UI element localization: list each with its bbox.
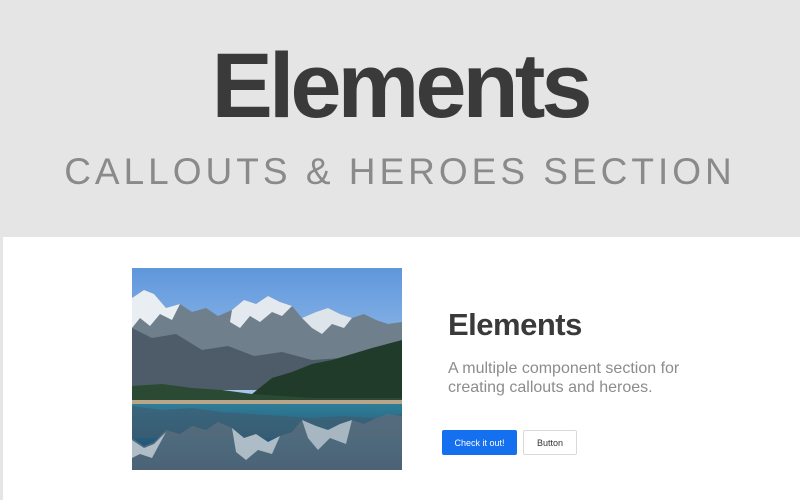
hero-image <box>132 268 402 470</box>
secondary-button[interactable]: Button <box>523 430 577 455</box>
callout-description: A multiple component section for creatin… <box>448 360 680 396</box>
callout-title: Elements <box>448 307 582 342</box>
banner-subtitle: CALLOUTS & HEROES SECTION <box>64 151 736 192</box>
banner-title: Elements <box>211 35 592 137</box>
header-banner: Elements CALLOUTS & HEROES SECTION <box>0 0 800 237</box>
section-edge <box>0 237 3 500</box>
check-it-out-button[interactable]: Check it out! <box>442 430 517 455</box>
